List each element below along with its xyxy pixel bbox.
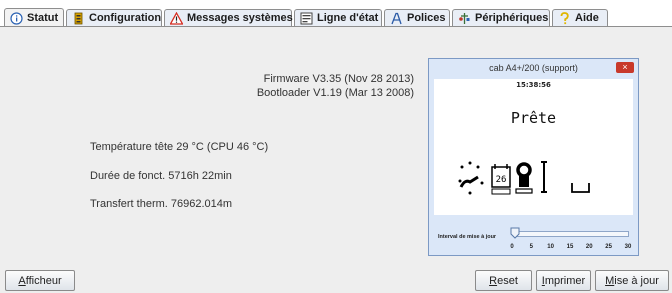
update-button[interactable]: Mise à jour <box>595 270 669 291</box>
tab-statut[interactable]: Statut <box>4 8 64 27</box>
thermometer-gauge-icon <box>458 161 484 195</box>
tab-label: Statut <box>27 12 59 24</box>
sliders-icon <box>74 12 83 24</box>
lcd-time: 15:38:56 <box>516 81 551 89</box>
button-label: ise à jour <box>614 274 659 287</box>
printer-state: Prête <box>510 109 557 127</box>
mnemonic: A <box>18 274 26 287</box>
button-label: fficheur <box>25 274 62 287</box>
mnemonic: R <box>489 274 498 287</box>
tab-label: Configuration <box>89 12 162 24</box>
tab-polices[interactable]: Polices <box>384 9 450 26</box>
tab-label: Aide <box>575 12 599 24</box>
close-icon[interactable]: × <box>616 62 634 73</box>
bootloader-version: Bootloader V1.19 (Mar 13 2008) <box>256 87 414 99</box>
printer-display-window: cab A4+/200 (support) × 15:38:56 Prête 2… <box>428 58 639 256</box>
slider-label: Interval de mise à jour <box>438 234 497 240</box>
tab-peripheriques[interactable]: Périphériques <box>452 9 550 26</box>
firmware-version: Firmware V3.35 (Nov 28 2013) <box>263 73 414 85</box>
head-temperature: Température tête 29 °C (CPU 46 °C) <box>90 141 269 153</box>
tab-label: Polices <box>407 12 446 24</box>
slider-tick: 10 <box>547 244 554 250</box>
tab-ligne-etat[interactable]: Ligne d'état <box>294 9 382 26</box>
tab-aide[interactable]: Aide <box>552 9 608 26</box>
printer-status-app: Statut Configuration Messages systèmes L… <box>0 0 672 293</box>
slider-tick: 15 <box>566 244 574 250</box>
slider-tick: 5 <box>529 244 533 250</box>
media-tray-icon <box>571 183 590 193</box>
mnemonic: M <box>605 274 615 287</box>
slider-tick: 30 <box>624 244 632 250</box>
font-icon <box>391 12 402 24</box>
statusline-icon <box>300 12 313 24</box>
tab-bar: Statut Configuration Messages systèmes L… <box>0 0 672 27</box>
tab-messages-systemes[interactable]: Messages systèmes <box>164 9 293 26</box>
slider-tick: 0 <box>510 244 514 250</box>
info-icon <box>10 11 23 25</box>
warning-icon <box>170 11 183 25</box>
print-button[interactable]: Imprimer <box>536 270 591 291</box>
label-stock-icon <box>541 161 547 193</box>
devices-icon <box>459 12 470 24</box>
slider-tick: 25 <box>605 244 612 250</box>
tab-label: Ligne d'état <box>317 12 379 24</box>
tab-label: Messages systèmes <box>187 12 293 24</box>
window-title: cab A4+/200 (support) <box>489 63 578 73</box>
display-button[interactable]: Afficheur <box>5 270 75 291</box>
tab-configuration[interactable]: Configuration <box>66 9 162 26</box>
reset-button[interactable]: Reset <box>475 270 532 291</box>
button-label: mprimer <box>544 274 586 287</box>
help-icon <box>560 11 569 24</box>
slider-tick: 20 <box>585 244 593 250</box>
slider-thumb[interactable] <box>510 227 520 239</box>
thermal-transfer: Transfert therm. 76962.014m <box>90 198 233 210</box>
calendar-day: 26 <box>496 175 507 185</box>
lcd-status-icons: 26 <box>458 161 590 195</box>
lcd-screen: 15:38:56 Prête 26 <box>434 79 633 215</box>
tab-label: Périphériques <box>475 12 549 24</box>
ribbon-icon <box>515 162 533 194</box>
update-interval-slider[interactable] <box>510 227 631 241</box>
operating-duration: Durée de fonct. 5716h 22min <box>90 170 232 182</box>
button-label: eset <box>497 274 518 287</box>
